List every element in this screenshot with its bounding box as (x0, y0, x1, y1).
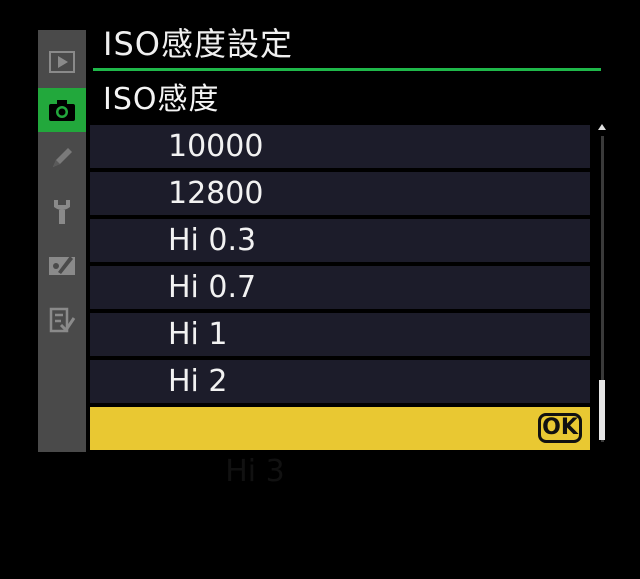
menu-screen: ISO感度設定 ISO感度 10000 12800 Hi 0.3 Hi 0.7 … (0, 0, 640, 489)
tab-setup[interactable] (38, 190, 86, 234)
ok-button-icon: OK (538, 413, 582, 443)
my-menu-icon (49, 307, 76, 333)
list-item[interactable]: 12800 (90, 172, 590, 215)
menu-tab-rail (38, 30, 86, 452)
retouch-icon (49, 256, 75, 275)
tab-shooting[interactable] (38, 88, 86, 132)
wrench-icon (54, 200, 70, 224)
list-item-label: Hi 3 (225, 454, 285, 489)
title-divider (93, 68, 601, 71)
setting-label: ISO感度 (103, 82, 220, 117)
tab-my-menu[interactable] (38, 298, 86, 342)
list-item[interactable]: Hi 0.7 (90, 266, 590, 309)
page-title: ISO感度設定 (103, 25, 293, 63)
iso-value-list: 10000 12800 Hi 0.3 Hi 0.7 Hi 1 Hi 2 Hi 3… (90, 125, 590, 489)
tab-retouch[interactable] (38, 242, 86, 286)
tab-playback[interactable] (38, 40, 86, 84)
list-item[interactable]: 10000 (90, 125, 590, 168)
playback-icon (49, 51, 75, 73)
list-item-selected[interactable]: Hi 3 OK (90, 407, 590, 489)
camera-icon (49, 100, 75, 121)
pencil-icon (53, 148, 72, 167)
list-item[interactable]: Hi 2 (90, 360, 590, 403)
tab-custom-settings[interactable] (38, 136, 86, 180)
list-item[interactable]: Hi 0.3 (90, 219, 590, 262)
scrollbar-thumb[interactable] (599, 380, 605, 440)
list-item[interactable]: Hi 1 (90, 313, 590, 356)
scroll-up-arrow-icon (598, 124, 606, 130)
